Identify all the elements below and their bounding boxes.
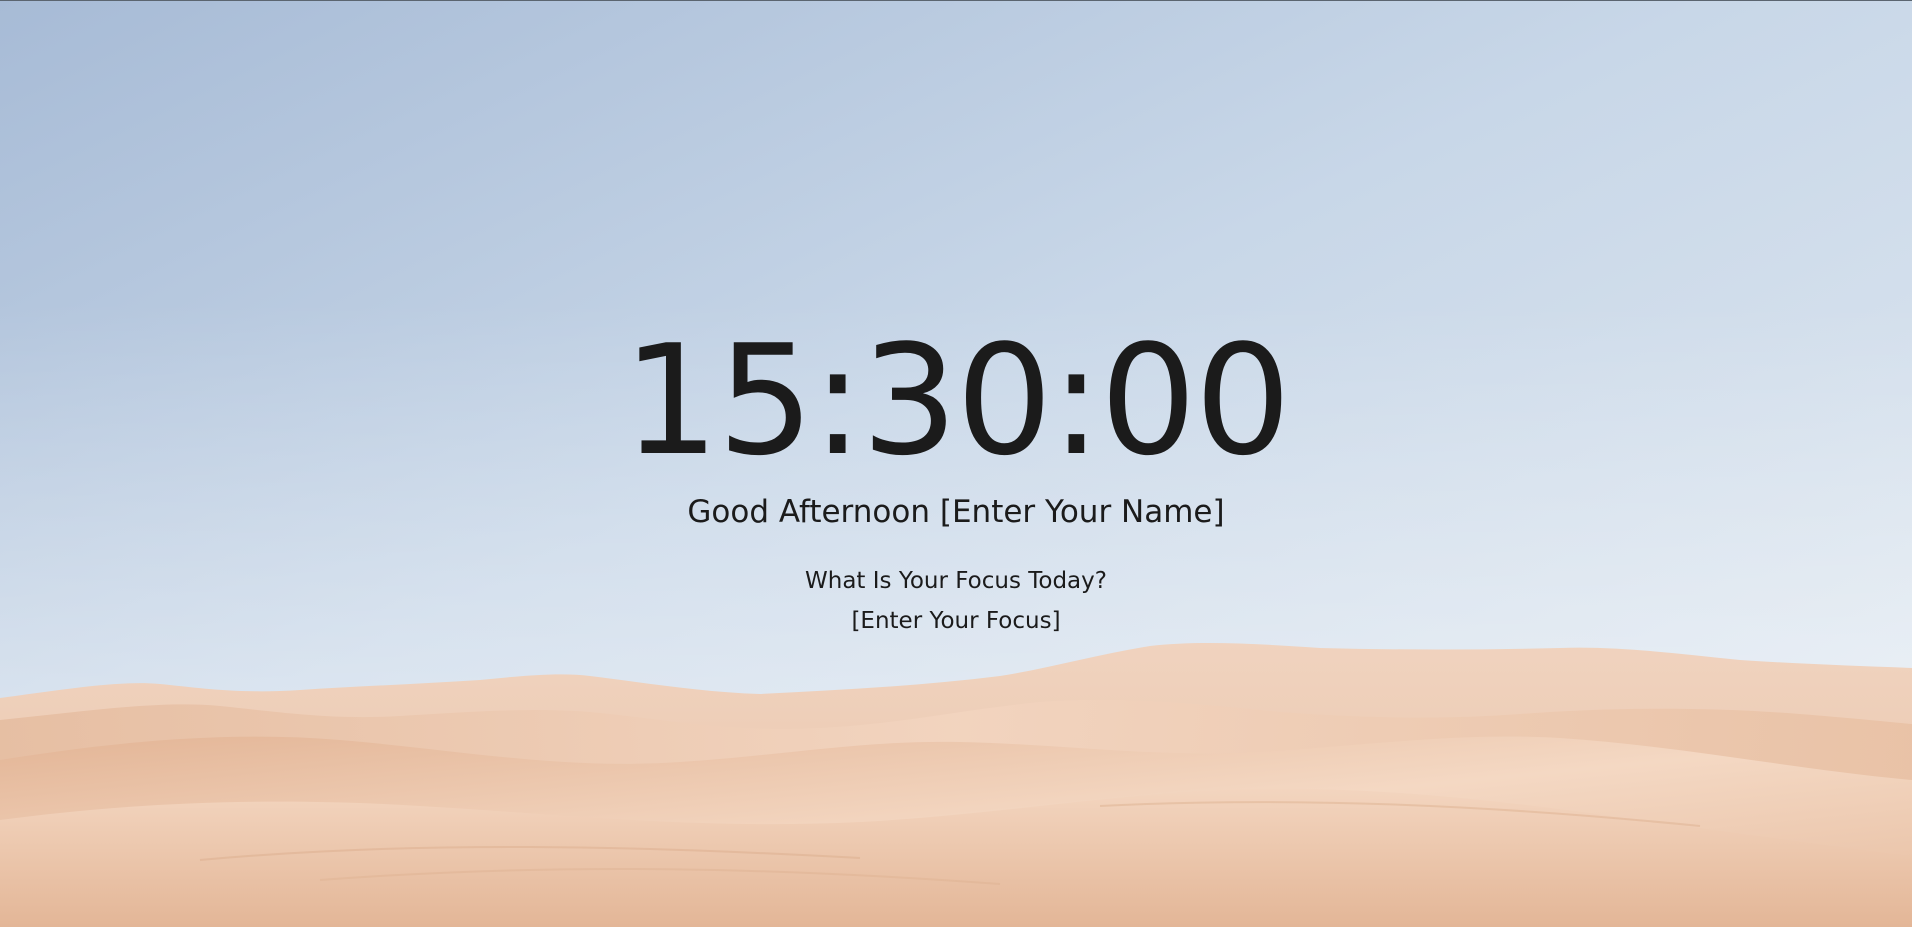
name-field[interactable]: [Enter Your Name] xyxy=(940,490,1225,534)
greeting-text: Good Afternoon xyxy=(687,494,930,530)
clock-time: 15:30:00 xyxy=(622,312,1292,489)
dashboard: 15:30:00 Good Afternoon [Enter Your Name… xyxy=(0,0,1912,927)
focus-question: What Is Your Focus Today? xyxy=(805,568,1107,594)
greeting: Good Afternoon [Enter Your Name] xyxy=(0,490,1912,534)
focus-field[interactable]: [Enter Your Focus] xyxy=(851,603,1060,639)
